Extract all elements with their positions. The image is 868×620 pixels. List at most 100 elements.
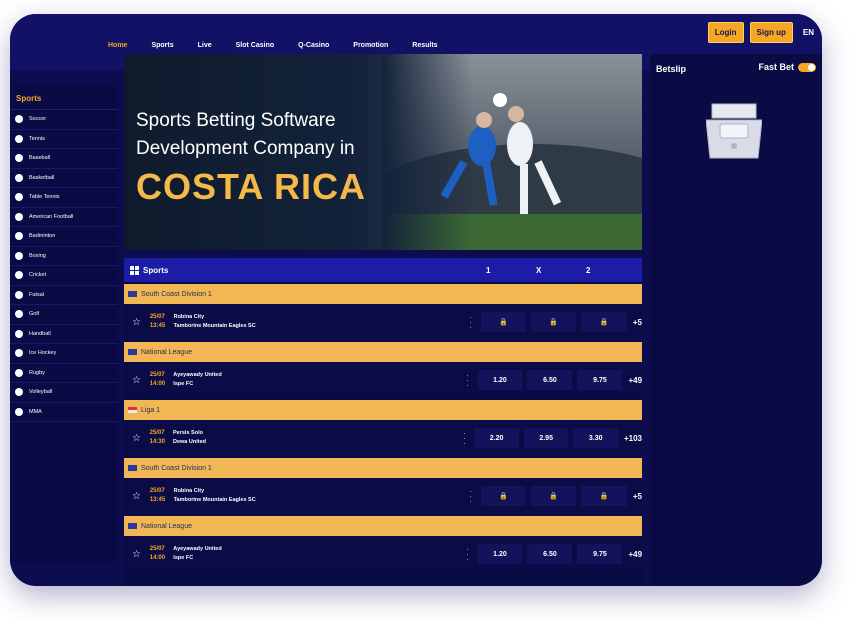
country-flag-icon (128, 291, 137, 297)
nav-q-casino[interactable]: Q-Casino (298, 42, 329, 49)
sidebar-item-golf[interactable]: Golf (10, 305, 118, 325)
odd-draw-button[interactable]: 🔒 (531, 312, 577, 332)
favorite-star-icon[interactable]: ☆ (132, 433, 144, 444)
signup-button[interactable]: Sign up (749, 22, 793, 43)
sidebar-item-basketball[interactable]: Basketball (10, 169, 118, 188)
match-teams[interactable]: Ayeyawady United Ispe FC (173, 371, 462, 389)
more-markets-link[interactable]: +49 (628, 376, 642, 385)
sidebar-item-volleyball[interactable]: Volleyball (10, 383, 118, 403)
ice-hockey-icon (15, 349, 23, 358)
volleyball-icon (15, 388, 23, 397)
league-header[interactable]: South Coast Division 1 (124, 458, 642, 478)
odd-away-button[interactable]: 9.75 (577, 370, 623, 390)
nav-slot-casino[interactable]: Slot Casino (236, 42, 275, 49)
sidebar-item-baseball[interactable]: Baseball (10, 149, 118, 169)
stats-icon[interactable]: · · · (460, 429, 470, 447)
mma-icon (15, 407, 23, 416)
nav-promotion[interactable]: Promotion (353, 42, 388, 49)
match-date: 25/07 (149, 430, 165, 436)
sidebar-item-ice-hockey[interactable]: Ice Hockey (10, 344, 118, 364)
odd-draw-button[interactable]: 6.50 (527, 370, 573, 390)
stats-icon[interactable]: · · · (463, 371, 473, 389)
league-header[interactable]: Liga 1 (124, 400, 642, 420)
away-team: Tamborine Mountain Eagles SC (173, 497, 256, 503)
home-team: Ayeyawady United (173, 372, 222, 378)
futsal-icon (15, 290, 23, 299)
match-row: ☆ 25/07 14:00 Ayeyawady United Ispe FC · · · 1.2… (124, 362, 642, 398)
league-header[interactable]: National League (124, 342, 642, 362)
more-markets-link[interactable]: +5 (633, 492, 642, 501)
login-button[interactable]: Login (707, 22, 744, 43)
odd-away-button[interactable]: 9.75 (577, 544, 623, 564)
sidebar-item-label: MMA (29, 408, 42, 415)
home-team: Persis Solo (173, 430, 203, 436)
sidebar-item-futsal[interactable]: Futsal (10, 286, 118, 305)
nav-results[interactable]: Results (412, 42, 437, 49)
american-football-icon (15, 212, 23, 221)
odd-home-button[interactable]: 🔒 (480, 312, 527, 332)
odd-away-button[interactable]: 🔒 (581, 486, 627, 506)
odd-home-button[interactable]: 1.20 (477, 544, 523, 564)
match-time: 25/07 14:30 (150, 429, 169, 447)
match-time: 25/07 14:00 (150, 545, 170, 563)
country-flag-icon (128, 407, 137, 413)
odd-home-button[interactable]: 2.20 (474, 428, 519, 448)
more-markets-link[interactable]: +5 (633, 318, 642, 327)
sidebar-item-tennis[interactable]: Tennis (10, 130, 118, 149)
odd-home-button[interactable]: 1.20 (477, 370, 523, 390)
favorite-star-icon[interactable]: ☆ (132, 549, 144, 560)
match-date: 25/07 (149, 314, 165, 320)
sidebar-title: Sports (10, 86, 118, 110)
league-header[interactable]: National League (124, 516, 642, 536)
match-kickoff: 14:30 (149, 439, 165, 445)
stats-icon[interactable]: · · · (463, 545, 473, 563)
match-teams[interactable]: Robina City Tamborine Mountain Eagles SC (174, 313, 466, 331)
sidebar-item-label: Volleyball (29, 389, 53, 396)
badminton-icon (15, 232, 23, 241)
sidebar-item-label: Golf (29, 311, 40, 318)
sidebar-item-label: Boxing (29, 252, 46, 259)
more-markets-link[interactable]: +49 (628, 550, 642, 559)
match-date: 25/07 (149, 488, 165, 494)
sidebar-item-badminton[interactable]: Badminton (10, 227, 118, 247)
sidebar-item-handball[interactable]: Handball (10, 325, 118, 344)
more-markets-link[interactable]: +103 (624, 434, 642, 443)
sidebar-item-cricket[interactable]: Cricket (10, 266, 118, 286)
match-row: ☆ 25/07 14:30 Persis Solo Dewa United · · · 2.20… (124, 420, 642, 456)
sidebar-item-rugby[interactable]: Rugby (10, 364, 118, 383)
fast-bet-toggle[interactable] (798, 62, 816, 72)
sidebar-item-mma[interactable]: MMA (10, 403, 118, 422)
odd-away-button[interactable]: 3.30 (573, 428, 618, 448)
match-teams[interactable]: Robina City Tamborine Mountain Eagles SC (174, 487, 466, 505)
sidebar-item-boxing[interactable]: Boxing (10, 247, 118, 266)
main-nav: Home Sports Live Slot Casino Q-Casino Pr… (108, 42, 462, 49)
match-time: 25/07 13:45 (150, 313, 170, 331)
odd-draw-button[interactable]: 2.95 (523, 428, 569, 448)
odd-away-button[interactable]: 🔒 (581, 312, 627, 332)
match-teams[interactable]: Persis Solo Dewa United (173, 429, 460, 447)
sidebar-item-american-football[interactable]: American Football (10, 208, 118, 227)
odd-home-button[interactable]: 🔒 (480, 486, 527, 506)
league-header[interactable]: South Coast Division 1 (124, 284, 642, 304)
promo-banner[interactable]: Sports Betting Software Development Comp… (124, 54, 642, 250)
tennis-icon (15, 134, 23, 143)
odd-draw-button[interactable]: 6.50 (527, 544, 573, 564)
sidebar-item-label: American Football (29, 213, 74, 220)
nav-sports[interactable]: Sports (151, 42, 173, 49)
sidebar-item-table-tennis[interactable]: Table Tennis (10, 188, 118, 208)
odd-draw-button[interactable]: 🔒 (531, 486, 577, 506)
cricket-icon (15, 271, 23, 280)
favorite-star-icon[interactable]: ☆ (132, 317, 144, 328)
app-window: Home Sports Live Slot Casino Q-Casino Pr… (10, 14, 822, 586)
stats-icon[interactable]: · · · (466, 313, 476, 331)
sidebar-item-soccer[interactable]: Soccer (10, 110, 118, 130)
favorite-star-icon[interactable]: ☆ (132, 375, 144, 386)
nav-live[interactable]: Live (198, 42, 212, 49)
nav-home[interactable]: Home (108, 42, 127, 49)
stats-icon[interactable]: · · · (466, 487, 476, 505)
odds-panel: Sports 1 X 2 South Coast Division 1 ☆ 25/0… (124, 258, 642, 586)
language-selector[interactable]: EN (803, 28, 814, 37)
favorite-star-icon[interactable]: ☆ (132, 491, 144, 502)
odds-section-label: Sports (143, 265, 169, 275)
match-teams[interactable]: Ayeyawady United Ispe FC (173, 545, 462, 563)
